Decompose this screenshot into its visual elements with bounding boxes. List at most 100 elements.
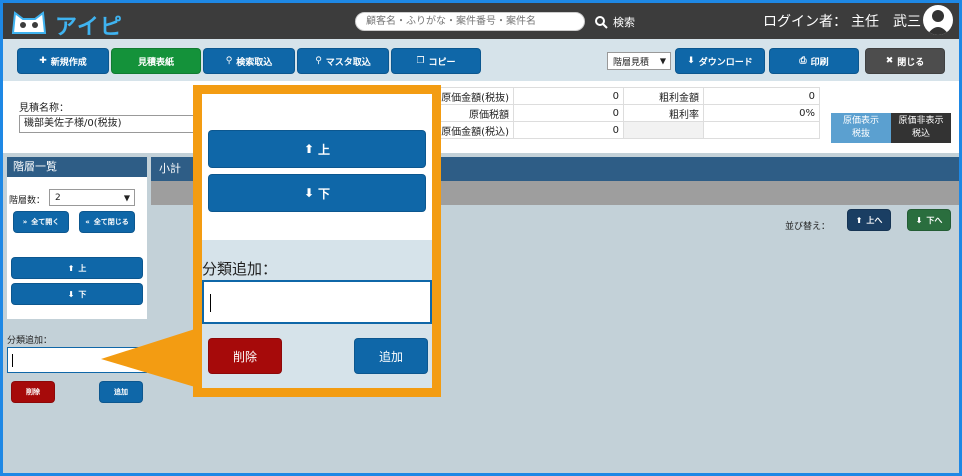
text-cursor [210, 294, 211, 312]
new-button[interactable]: ✚ 新規作成 [17, 48, 109, 74]
zoom-add-label: 追加 [378, 349, 403, 364]
add-label: 追加 [114, 388, 128, 396]
move-up-button[interactable]: ⬆ 上 [11, 257, 143, 279]
zoom-add-button[interactable]: 追加 [354, 338, 428, 374]
download-label: ダウンロード [698, 57, 753, 68]
chevron-down-icon: ▼ [123, 193, 130, 202]
user-name: 主任 武三 [851, 14, 921, 30]
toggle-label: 税抜 [851, 129, 870, 139]
summary-label: 原価金額(税込) [433, 121, 514, 139]
table-row: 原価金額(税抜) 0 粗利金額 0 [433, 87, 820, 105]
cost-display-toggle[interactable]: 原価表示 税抜 [831, 113, 891, 143]
callout-arrow [101, 329, 195, 387]
login-label: ログイン者： [763, 14, 847, 30]
print-button[interactable]: ⎙ 印刷 [769, 48, 859, 74]
double-chevron-down-icon: » [22, 218, 28, 226]
download-button[interactable]: ⬇ ダウンロード [675, 48, 765, 74]
summary-value: 0% [703, 104, 820, 122]
app-logo[interactable]: アイピア [11, 9, 133, 72]
search-icon: ⚲ [225, 56, 233, 66]
summary-label [623, 121, 704, 139]
zoom-move-down-button[interactable]: ⬇ 下 [208, 174, 426, 212]
estimate-cover-button[interactable]: 見積表紙 [111, 48, 201, 74]
toggle-label: 原価表示 [842, 116, 879, 126]
arrow-down-circle-icon: ⬇ [303, 186, 315, 200]
new-button-label: 新規作成 [50, 57, 87, 68]
expand-all-button[interactable]: » 全て開く [13, 211, 69, 233]
search-icon [595, 15, 608, 29]
avatar[interactable] [923, 5, 953, 35]
table-row: 原価金額(税込) 0 [433, 121, 820, 139]
summary-value: 0 [513, 121, 624, 139]
cost-summary-table: 原価金額(税抜) 0 粗利金額 0 原価税額 0 粗利率 0% 原価金額(税込)… [433, 87, 820, 139]
summary-value [703, 121, 820, 139]
search-input[interactable] [355, 12, 585, 31]
print-label: 印刷 [810, 57, 829, 68]
copy-button[interactable]: ❐ コピー [391, 48, 481, 74]
arrow-up-circle-icon: ⬆ [67, 263, 75, 273]
search-button-label: 検索 [613, 16, 635, 29]
top-bar: アイピア 検索 ログイン者： 主任 武三 [3, 3, 959, 72]
summary-label: 原価金額(税抜) [433, 87, 514, 105]
arrow-down-circle-icon: ⬇ [67, 289, 75, 299]
level-count-select[interactable]: 2 ▼ [49, 189, 135, 206]
summary-value: 0 [513, 87, 624, 105]
summary-label: 原価税額 [433, 104, 514, 122]
summary-label: 粗利金額 [623, 87, 704, 105]
arrow-up-circle-icon: ⬆ [303, 142, 315, 156]
level-estimate-value: 階層見積 [613, 57, 650, 68]
summary-value: 0 [703, 87, 820, 105]
arrow-up-circle-icon: ⬆ [855, 215, 863, 225]
summary-label: 粗利率 [623, 104, 704, 122]
move-up-label: 上 [78, 263, 87, 273]
delete-label: 削除 [26, 388, 40, 396]
zoom-move-up-label: 上 [318, 142, 331, 157]
search-import-label: 検索取込 [236, 57, 273, 68]
sort-up-label: 上へ [866, 215, 883, 225]
cost-hide-toggle[interactable]: 原価非表示 税込 [891, 113, 951, 143]
estimate-name-label: 見積名称： [19, 103, 69, 114]
master-import-label: マスタ取込 [325, 57, 371, 68]
zoom-add-category-input[interactable] [202, 280, 432, 324]
estimate-name-field[interactable]: 磯部美佐子様/0(税抜) [19, 115, 199, 133]
sort-down-button[interactable]: ⬇ 下へ [907, 209, 951, 231]
search-icon: ⚲ [315, 56, 322, 66]
search-button[interactable]: 検索 [595, 13, 635, 31]
search-import-button[interactable]: ⚲ 検索取込 [203, 48, 295, 74]
expand-all-label: 全て開く [31, 218, 60, 226]
close-label: 閉じる [897, 57, 925, 68]
cat-logo-icon [11, 11, 47, 34]
arrow-down-circle-icon: ⬇ [915, 215, 923, 225]
chevron-down-icon: ▼ [659, 56, 666, 66]
close-button[interactable]: ✖ 閉じる [865, 48, 945, 74]
toggle-label: 原価非表示 [898, 116, 944, 126]
print-icon: ⎙ [799, 56, 807, 66]
zoom-move-up-button[interactable]: ⬆ 上 [208, 130, 426, 168]
sort-up-button[interactable]: ⬆ 上へ [847, 209, 891, 231]
zoom-add-category-label: 分類追加： [202, 260, 278, 278]
summary-value: 0 [513, 104, 624, 122]
master-import-button[interactable]: ⚲ マスタ取込 [297, 48, 389, 74]
copy-icon: ❐ [416, 56, 425, 66]
copy-label: コピー [428, 57, 456, 68]
text-cursor [12, 354, 13, 367]
collapse-all-label: 全て閉じる [93, 218, 129, 226]
estimate-cover-label: 見積表紙 [137, 57, 174, 68]
level-estimate-select[interactable]: 階層見積 ▼ [607, 52, 671, 70]
level-list-title: 階層一覧 [7, 157, 147, 177]
level-count-value: 2 [55, 192, 61, 203]
table-row: 原価税額 0 粗利率 0% [433, 104, 820, 122]
user-icon [927, 10, 949, 35]
toggle-label: 税込 [911, 129, 930, 139]
sort-down-label: 下へ [926, 215, 943, 225]
close-icon: ✖ [885, 56, 894, 66]
delete-button[interactable]: 削除 [11, 381, 55, 403]
double-chevron-up-icon: « [85, 218, 90, 226]
move-down-button[interactable]: ⬇ 下 [11, 283, 143, 305]
toolbar: ✚ 新規作成 見積表紙 ⚲ 検索取込 ⚲ マスタ取込 ❐ コピー 階層見積 ▼ ⬇ ダウンロ… [3, 39, 959, 81]
collapse-all-button[interactable]: «全て閉じる [79, 211, 135, 233]
zoom-delete-button[interactable]: 削除 [208, 338, 282, 374]
zoom-move-down-label: 下 [318, 186, 331, 201]
zoom-delete-label: 削除 [232, 349, 257, 364]
add-category-label: 分類追加： [7, 336, 53, 346]
